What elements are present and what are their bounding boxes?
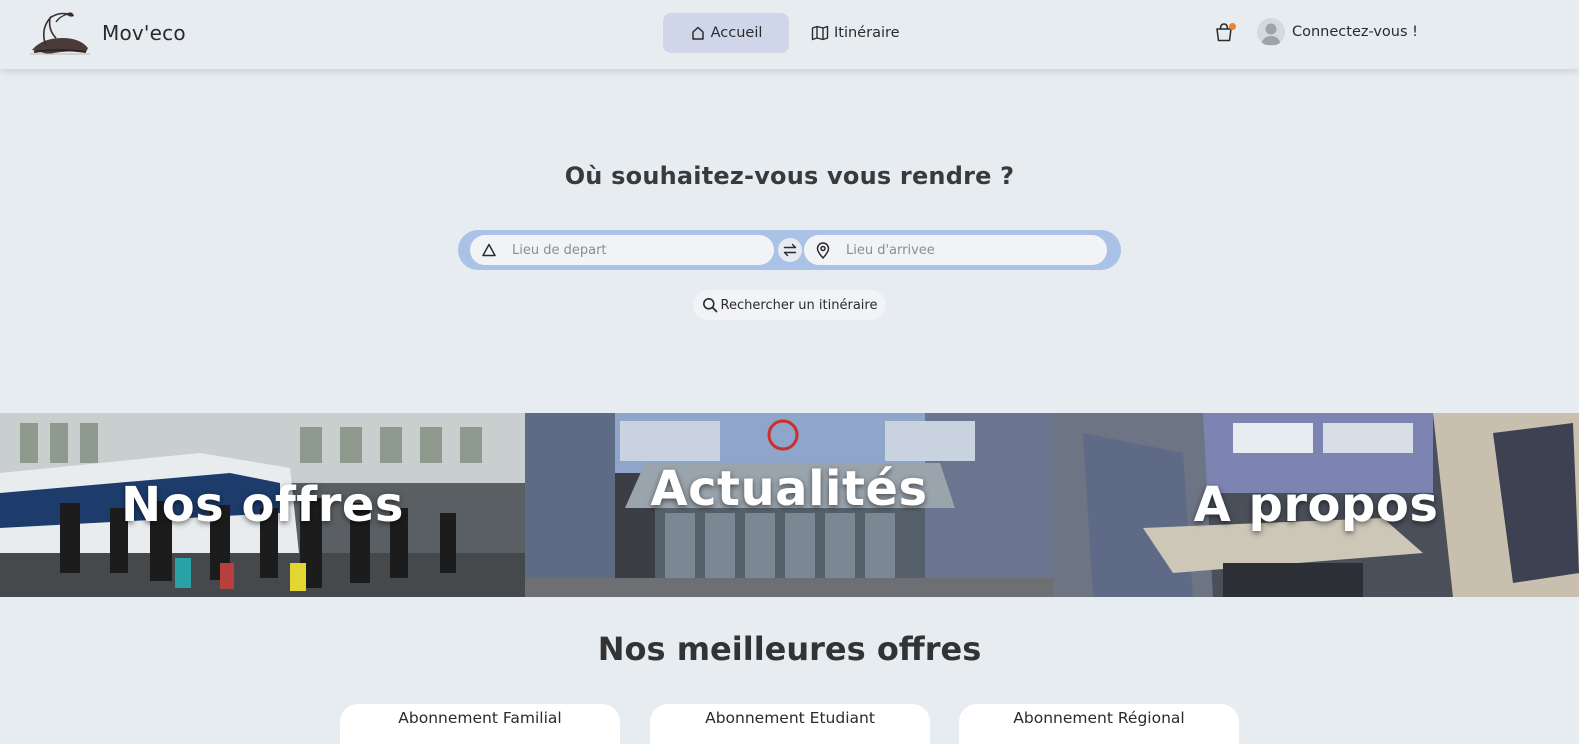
tile-actualites[interactable]: Actualités xyxy=(525,413,1053,597)
swap-arrows-icon xyxy=(783,243,797,257)
account-label: Connectez-vous ! xyxy=(1292,24,1418,40)
notification-dot xyxy=(1229,23,1236,30)
tile-label: Actualités xyxy=(650,461,928,517)
tile-a-propos[interactable]: A propos xyxy=(1053,413,1579,597)
main-nav: Accueil Itinéraire xyxy=(663,13,904,53)
nav-item-label: Itinéraire xyxy=(834,25,900,41)
search-icon xyxy=(702,298,717,313)
nav-item-itineraire[interactable]: Itinéraire xyxy=(807,13,904,53)
swap-button[interactable] xyxy=(778,238,802,262)
departure-input[interactable] xyxy=(512,242,752,258)
login-link[interactable]: Connectez-vous ! xyxy=(1257,18,1418,46)
departure-field[interactable] xyxy=(470,235,774,265)
offer-card-title: Abonnement Régional xyxy=(1013,709,1185,727)
triangle-icon xyxy=(482,243,496,257)
search-itinerary-button[interactable]: Rechercher un itinéraire xyxy=(693,290,886,320)
top-navbar: Mov'eco Accueil Itinéraire Connectez-vou… xyxy=(0,0,1579,69)
offer-card-etudiant[interactable]: Abonnement Etudiant xyxy=(650,704,930,744)
train-logo-icon xyxy=(30,12,90,55)
search-button-label: Rechercher un itinéraire xyxy=(720,297,878,313)
page-title: Où souhaitez-vous vous rendre ? xyxy=(564,162,1015,190)
offer-card-title: Abonnement Familial xyxy=(398,709,562,727)
map-icon xyxy=(811,25,829,41)
tile-label: A propos xyxy=(1193,477,1439,533)
user-icon xyxy=(1261,23,1281,45)
offer-card-familial[interactable]: Abonnement Familial xyxy=(340,704,620,744)
brand-name: Mov'eco xyxy=(102,21,186,45)
brand[interactable]: Mov'eco xyxy=(28,8,186,58)
tile-label: Nos offres xyxy=(121,477,404,533)
nav-item-accueil[interactable]: Accueil xyxy=(663,13,789,53)
location-pin-icon xyxy=(816,241,830,259)
home-icon xyxy=(691,26,704,40)
arrival-input[interactable] xyxy=(846,242,1086,258)
basket-button[interactable] xyxy=(1214,21,1236,45)
avatar xyxy=(1257,18,1285,46)
tile-nos-offres[interactable]: Nos offres xyxy=(0,413,525,597)
offer-card-regional[interactable]: Abonnement Régional xyxy=(959,704,1239,744)
nav-item-label: Accueil xyxy=(710,25,763,41)
offer-card-title: Abonnement Etudiant xyxy=(705,709,875,727)
itinerary-search-bar xyxy=(458,230,1121,270)
arrival-field[interactable] xyxy=(804,235,1107,265)
offers-section-title: Nos meilleures offres xyxy=(597,630,982,668)
